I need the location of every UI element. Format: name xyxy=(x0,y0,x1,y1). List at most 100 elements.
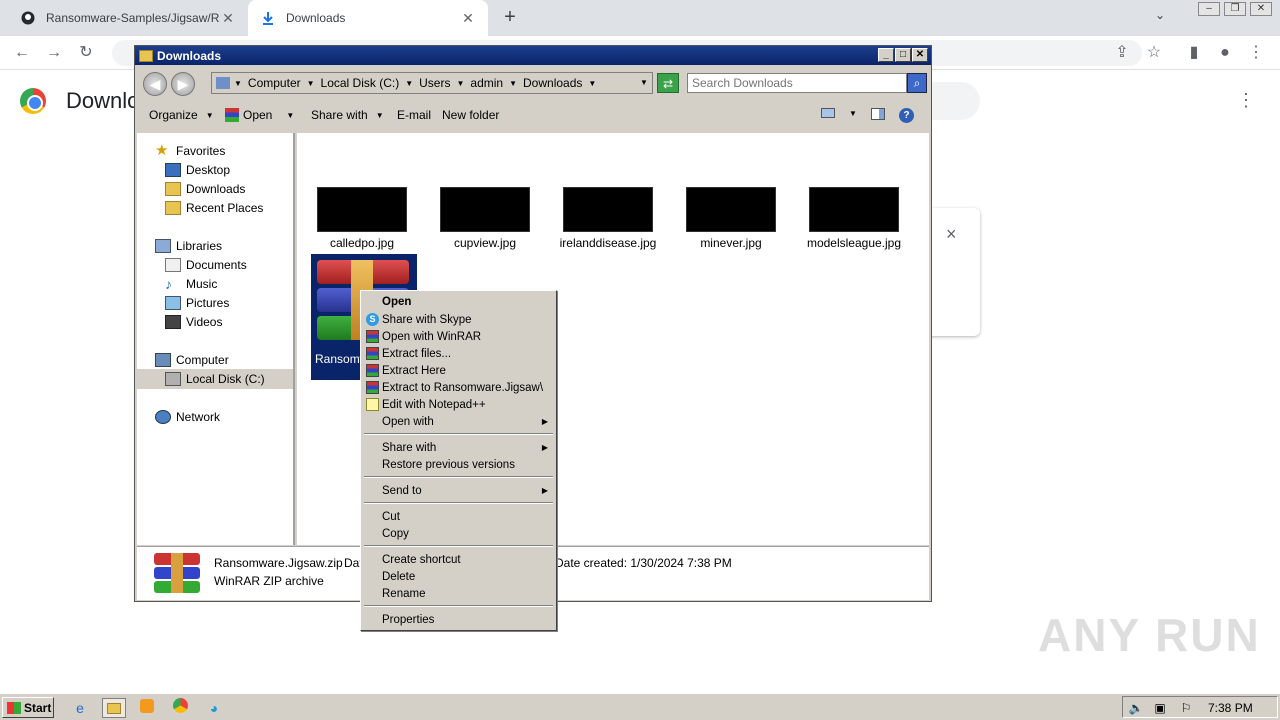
file-item[interactable]: irelanddisease.jpg xyxy=(553,187,663,250)
nav-downloads[interactable]: Downloads xyxy=(165,182,245,196)
side-panel-icon[interactable]: ▮ xyxy=(1184,43,1204,63)
menu-item-edit-notepad[interactable]: Edit with Notepad++ xyxy=(363,396,554,413)
breadcrumb[interactable]: ▼ Computer ▼ Local Disk (C:) ▼ Users ▼ a… xyxy=(211,72,653,94)
breadcrumb-downloads[interactable]: Downloads xyxy=(523,76,582,90)
menu-item-properties[interactable]: Properties xyxy=(363,611,554,628)
menu-item-share-skype[interactable]: S Share with Skype xyxy=(363,311,554,328)
menu-item-share-with[interactable]: Share with ▶ xyxy=(363,439,554,456)
nav-pictures[interactable]: Pictures xyxy=(165,296,229,310)
submenu-arrow-icon: ▶ xyxy=(541,417,548,426)
menu-item-delete[interactable]: Delete xyxy=(363,568,554,585)
chevron-down-icon[interactable]: ⌄ xyxy=(1150,8,1170,28)
forward-arrow-icon[interactable]: → xyxy=(44,43,64,63)
close-button[interactable]: ✕ xyxy=(1250,2,1272,16)
menu-item-open-with[interactable]: Open with ▶ xyxy=(363,413,554,430)
nav-favorites[interactable]: ★ Favorites xyxy=(155,143,225,158)
network-tray-icon[interactable]: ▣ xyxy=(1150,698,1170,718)
edge-icon[interactable]: ◕ xyxy=(204,698,224,718)
chevron-down-icon[interactable]: ▼ xyxy=(405,79,413,88)
chevron-down-icon[interactable]: ▼ xyxy=(307,79,315,88)
winrar-icon xyxy=(366,381,379,394)
menu-item-rename[interactable]: Rename xyxy=(363,585,554,602)
new-folder-button[interactable]: New folder xyxy=(442,108,499,122)
open-button[interactable]: Open ▼ xyxy=(225,108,294,122)
volume-icon[interactable]: 🔈 xyxy=(1126,698,1146,718)
menu-icon[interactable]: ⋮ xyxy=(1236,90,1256,110)
menu-item-open-winrar[interactable]: Open with WinRAR xyxy=(363,328,554,345)
menu-item-extract-here[interactable]: Extract Here xyxy=(363,362,554,379)
profile-icon[interactable]: ● xyxy=(1215,43,1235,63)
share-icon[interactable]: ⇪ xyxy=(1112,43,1132,63)
help-button[interactable]: ? xyxy=(899,108,914,123)
tab-github[interactable]: Ransomware-Samples/Jigsaw/Ransomware.Jig… xyxy=(8,0,248,36)
email-button[interactable]: E-mail xyxy=(397,108,431,122)
close-icon[interactable]: ✕ xyxy=(220,10,236,27)
search-input[interactable] xyxy=(687,73,907,93)
nav-recent-places[interactable]: Recent Places xyxy=(165,201,263,215)
nav-computer[interactable]: Computer xyxy=(155,353,229,367)
address-dropdown-icon[interactable]: ▼ xyxy=(635,72,653,94)
share-with-button[interactable]: Share with ▼ xyxy=(311,108,384,122)
github-icon xyxy=(20,10,36,26)
restore-button[interactable]: ❐ xyxy=(1224,2,1246,16)
menu-item-open[interactable]: Open xyxy=(363,293,554,310)
menu-icon[interactable]: ⋮ xyxy=(1246,43,1266,63)
nav-libraries[interactable]: Libraries xyxy=(155,239,222,253)
back-arrow-icon[interactable]: ← xyxy=(12,43,32,63)
forward-arrow-icon[interactable]: ▶ xyxy=(171,72,195,96)
nav-label: Downloads xyxy=(186,182,246,196)
preview-pane-button[interactable] xyxy=(871,108,885,120)
star-icon[interactable]: ☆ xyxy=(1144,43,1164,63)
maximize-button[interactable]: □ xyxy=(895,48,911,62)
media-player-icon[interactable] xyxy=(137,698,157,718)
close-icon[interactable]: ✕ xyxy=(460,10,476,27)
menu-item-restore[interactable]: Restore previous versions xyxy=(363,456,554,473)
back-arrow-icon[interactable]: ◀ xyxy=(143,72,167,96)
chevron-down-icon[interactable]: ▼ xyxy=(456,79,464,88)
minimize-button[interactable]: _ xyxy=(878,48,894,62)
menu-label: Send to xyxy=(382,484,422,497)
new-tab-button[interactable]: + xyxy=(498,5,522,29)
chevron-down-icon[interactable]: ▼ xyxy=(588,79,596,88)
organize-button[interactable]: Organize ▼ xyxy=(149,108,214,122)
breadcrumb-users[interactable]: Users xyxy=(419,76,450,90)
breadcrumb-admin[interactable]: admin xyxy=(470,76,503,90)
reload-icon[interactable]: ↻ xyxy=(76,43,96,63)
file-item[interactable]: cupview.jpg xyxy=(430,187,540,250)
chevron-down-icon[interactable]: ▼ xyxy=(234,79,242,88)
explorer-icon[interactable] xyxy=(102,698,126,718)
internet-explorer-icon[interactable]: e xyxy=(70,698,90,718)
start-button[interactable]: Start xyxy=(2,697,54,718)
minimize-button[interactable]: – xyxy=(1198,2,1220,16)
video-icon xyxy=(165,315,181,329)
flag-icon[interactable]: ⚐ xyxy=(1176,698,1196,718)
menu-item-copy[interactable]: Copy xyxy=(363,525,554,542)
nav-documents[interactable]: Documents xyxy=(165,258,247,272)
chevron-down-icon[interactable]: ▼ xyxy=(509,79,517,88)
search-icon[interactable]: ⌕ xyxy=(907,73,927,93)
menu-item-cut[interactable]: Cut xyxy=(363,508,554,525)
chrome-icon[interactable] xyxy=(170,698,190,718)
view-button[interactable]: ▼ xyxy=(821,108,857,118)
breadcrumb-computer[interactable]: Computer xyxy=(248,76,301,90)
menu-item-create-shortcut[interactable]: Create shortcut xyxy=(363,551,554,568)
nav-local-disk[interactable]: Local Disk (C:) xyxy=(137,369,293,389)
menu-item-send-to[interactable]: Send to ▶ xyxy=(363,482,554,499)
breadcrumb-local-disk[interactable]: Local Disk (C:) xyxy=(321,76,400,90)
close-button[interactable]: ✕ xyxy=(912,48,928,62)
nav-videos[interactable]: Videos xyxy=(165,315,222,329)
menu-item-extract-to[interactable]: Extract to Ransomware.Jigsaw\ xyxy=(363,379,554,396)
menu-separator xyxy=(364,476,553,478)
menu-item-extract-files[interactable]: Extract files... xyxy=(363,345,554,362)
clock[interactable]: 7:38 PM xyxy=(1208,701,1253,715)
file-name: calledpo.jpg xyxy=(329,236,395,250)
file-item[interactable]: modelsleague.jpg xyxy=(799,187,909,250)
nav-desktop[interactable]: Desktop xyxy=(165,163,230,177)
tab-downloads[interactable]: Downloads ✕ xyxy=(248,0,488,36)
refresh-icon[interactable]: ⇄ xyxy=(657,73,679,93)
file-item[interactable]: minever.jpg xyxy=(676,187,786,250)
nav-network[interactable]: Network xyxy=(155,410,220,424)
nav-music[interactable]: ♪ Music xyxy=(165,277,217,291)
file-item[interactable]: calledpo.jpg xyxy=(307,187,417,250)
close-icon[interactable]: × xyxy=(946,224,957,245)
